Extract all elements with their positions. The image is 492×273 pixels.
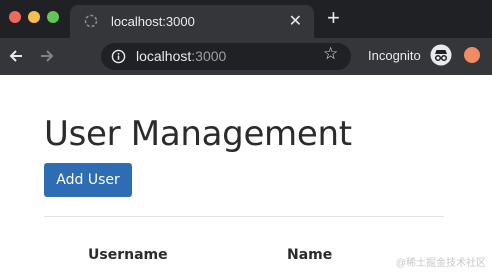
window-minimize-button[interactable] [28, 11, 40, 23]
address-bar[interactable]: localhost:3000 [101, 43, 351, 70]
url-port: :3000 [191, 48, 227, 64]
incognito-label: Incognito [368, 48, 421, 63]
extension-icon[interactable] [464, 47, 480, 63]
divider [44, 216, 444, 217]
loading-icon [84, 14, 98, 28]
tab-title: localhost:3000 [111, 14, 195, 29]
info-icon[interactable] [111, 49, 126, 64]
star-icon[interactable]: ☆ [323, 44, 338, 64]
url-host: localhost [136, 48, 192, 64]
window-maximize-button[interactable] [47, 11, 59, 23]
arrow-right-icon[interactable] [37, 46, 57, 66]
page-content: User Management Add User Username Name @… [0, 75, 492, 273]
add-user-button[interactable]: Add User [44, 163, 132, 197]
tab-close-icon[interactable]: ✕ [289, 11, 302, 31]
table-header-username: Username [88, 247, 168, 263]
browser-tab[interactable]: localhost:3000 ✕ [70, 5, 314, 38]
table-header-name: Name [287, 247, 333, 263]
window-close-button[interactable] [9, 11, 21, 23]
browser-tab-strip: localhost:3000 ✕ + [0, 0, 492, 38]
watermark: @稀土掘金技术社区 [395, 258, 486, 269]
new-tab-icon[interactable]: + [327, 6, 340, 30]
arrow-left-icon[interactable] [6, 46, 26, 66]
url-text: localhost:3000 [136, 48, 226, 64]
page-title: User Management [44, 114, 352, 154]
incognito-icon[interactable] [430, 44, 452, 66]
